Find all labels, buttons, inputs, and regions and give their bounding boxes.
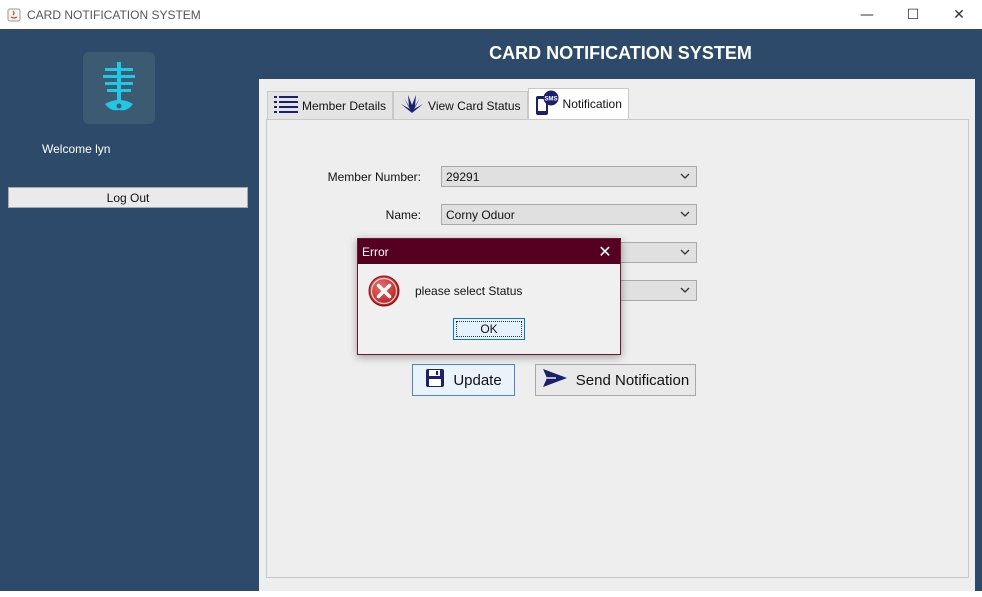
send-notification-label: Send Notification [575,371,690,389]
chevron-down-icon [680,249,690,255]
tab-label: Notification [562,97,622,111]
tab-label: Member Details [302,98,387,113]
save-icon [425,368,445,392]
page-title: CARD NOTIFICATION SYSTEM [489,43,752,63]
member-number-label: Member Number: [327,170,421,184]
chevron-down-icon [680,287,690,293]
java-app-icon [6,7,22,23]
name-label: Name: [385,208,421,222]
sms-phone-icon: SMS [535,90,559,119]
combo-value: Corny Oduor [446,207,515,222]
send-icon [542,368,568,392]
window-bottom-edge [0,591,982,597]
send-notification-button[interactable]: Send Notification [535,364,696,396]
dialog-message: please select Status [415,284,523,298]
chevron-down-icon [680,211,690,217]
combo-value: 29291 [446,169,480,184]
logo-icon [103,62,135,111]
dialog-close-button[interactable]: ✕ [590,239,620,264]
error-dialog: Error ✕ please select Status OK [357,238,621,355]
tab-view-card-status[interactable]: View Card Status [393,91,528,119]
name-select[interactable]: Corny Oduor [441,204,697,225]
chevron-down-icon [680,173,690,179]
list-icon [274,95,298,116]
svg-text:SMS: SMS [544,96,557,102]
dialog-title: Error [362,244,389,259]
maximize-button[interactable]: ☐ [890,0,936,29]
app-logo [83,52,155,124]
dialog-titlebar: Error ✕ [358,239,620,264]
window-title: CARD NOTIFICATION SYSTEM [27,7,201,22]
member-number-select[interactable]: 29291 [441,166,697,187]
close-button[interactable]: ✕ [936,0,982,29]
burst-icon [400,94,424,117]
window-titlebar: CARD NOTIFICATION SYSTEM — ☐ ✕ [0,0,982,29]
welcome-text: Welcome lyn [42,142,111,156]
tab-label: View Card Status [428,98,521,113]
tab-notification[interactable]: SMS Notification [527,88,629,119]
update-button[interactable]: Update [412,364,515,396]
error-icon [368,275,400,307]
logout-button[interactable]: Log Out [8,187,248,208]
update-label: Update [453,371,502,389]
window-controls: — ☐ ✕ [844,0,982,29]
ok-button[interactable]: OK [453,318,525,340]
tab-bar: Member Details View Card Status SMS Noti… [267,88,629,119]
minimize-button[interactable]: — [844,0,890,29]
tab-member-details[interactable]: Member Details [267,91,394,119]
